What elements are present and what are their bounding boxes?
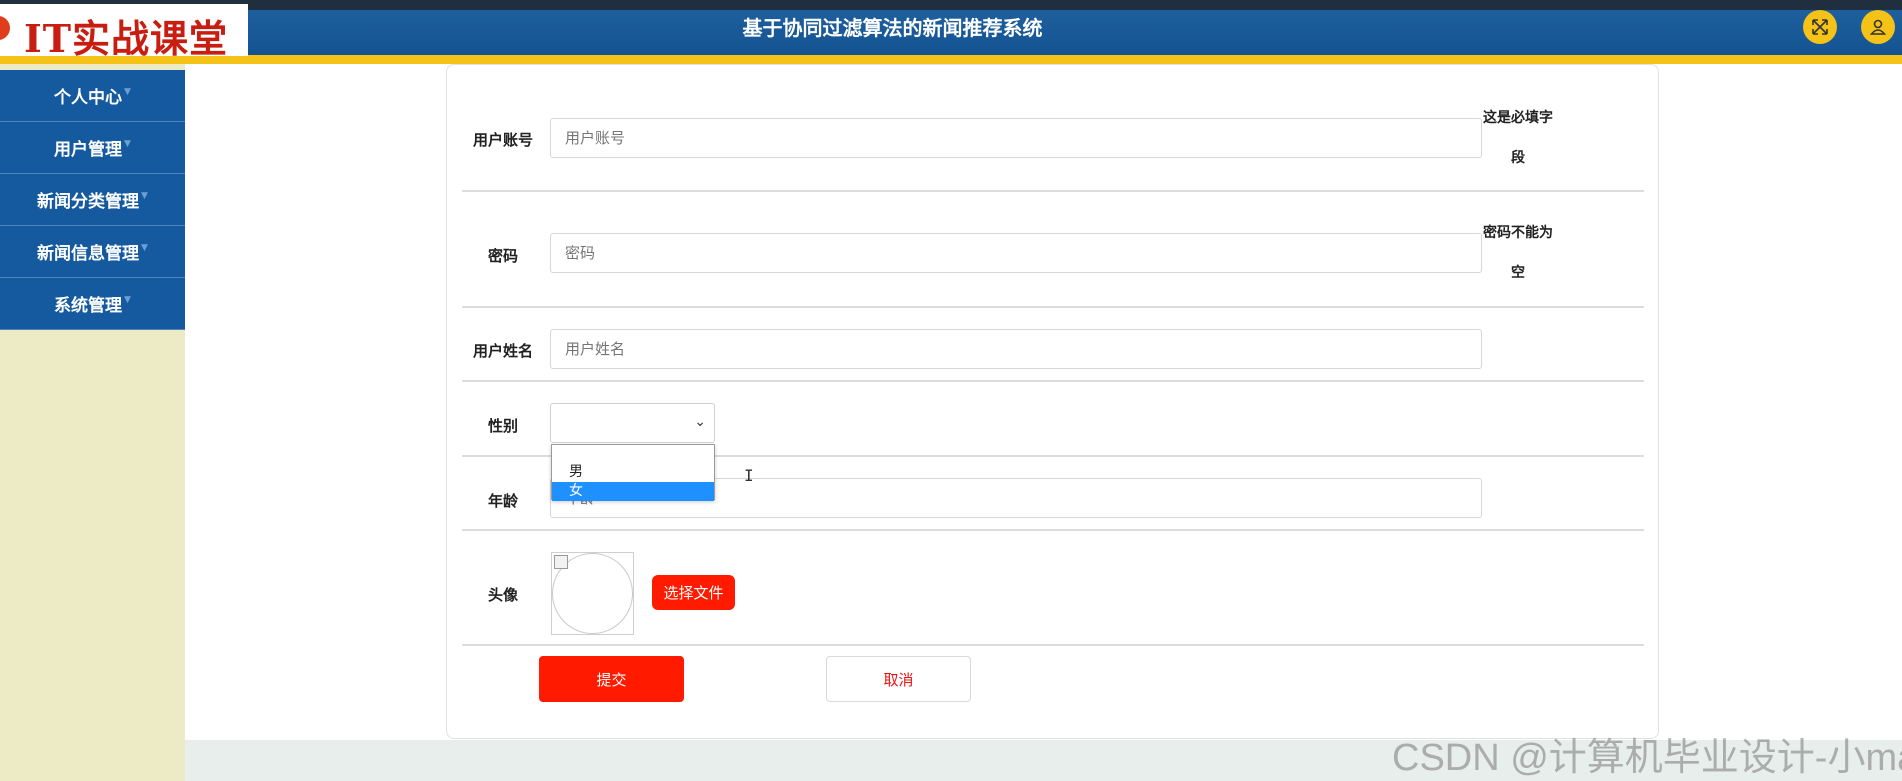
password-hint: 密码不能为 空 — [1482, 223, 1554, 283]
password-label: 密码 — [487, 247, 518, 265]
gender-option-male[interactable]: 男 — [552, 463, 714, 482]
avatar-preview — [551, 552, 634, 635]
sidebar-item-label: 新闻分类管理 — [37, 192, 140, 212]
name-label: 用户姓名 — [472, 342, 533, 360]
sidebar-item-system-management[interactable]: 系统管理 ▼ — [0, 278, 185, 330]
name-input[interactable] — [550, 329, 1482, 369]
age-label: 年龄 — [487, 492, 518, 510]
row-divider — [462, 644, 1644, 646]
sidebar-item-label: 系统管理 — [54, 296, 123, 316]
sidebar-item-personal-center[interactable]: 个人中心 ▼ — [0, 70, 185, 122]
form-card — [446, 64, 1659, 739]
password-hint-line2: 空 — [1511, 265, 1525, 281]
caret-down-icon: ▼ — [141, 190, 148, 201]
top-strip — [0, 0, 1902, 10]
sidebar-item-label: 新闻信息管理 — [37, 244, 140, 264]
caret-down-icon: ▼ — [124, 86, 131, 97]
sidebar-item-user-management[interactable]: 用户管理 ▼ — [0, 122, 185, 174]
row-divider — [462, 190, 1644, 192]
choose-file-button[interactable]: 选择文件 — [652, 575, 735, 610]
password-hint-line1: 密码不能为 — [1483, 225, 1553, 241]
watermark: CSDN @计算机毕业设计-小ma — [1392, 737, 1902, 779]
sidebar-item-label: 用户管理 — [54, 140, 123, 160]
submit-button[interactable]: 提交 — [539, 656, 684, 702]
account-hint: 这是必填字 段 — [1482, 108, 1554, 168]
gender-option-female[interactable]: 女 — [552, 482, 714, 501]
row-divider — [462, 380, 1644, 382]
password-input[interactable] — [550, 233, 1482, 273]
caret-down-icon: ▼ — [124, 138, 131, 149]
gender-select[interactable]: ⌄ — [550, 403, 715, 443]
text-cursor-icon: I — [744, 466, 754, 485]
row-divider — [462, 529, 1644, 531]
caret-down-icon: ▼ — [141, 242, 148, 253]
broken-image-icon — [554, 555, 568, 569]
account-input[interactable] — [550, 118, 1482, 158]
fullscreen-icon — [1812, 19, 1828, 35]
chevron-down-icon: ⌄ — [694, 414, 706, 430]
account-hint-line2: 段 — [1511, 150, 1525, 166]
account-label: 用户账号 — [472, 131, 533, 149]
account-hint-line1: 这是必填字 — [1483, 110, 1553, 126]
user-button[interactable] — [1861, 10, 1895, 44]
sidebar-item-news-category-management[interactable]: 新闻分类管理 ▼ — [0, 174, 185, 226]
gender-dropdown: 男 女 — [551, 444, 715, 501]
row-divider — [462, 306, 1644, 308]
sidebar-item-news-info-management[interactable]: 新闻信息管理 ▼ — [0, 226, 185, 278]
user-icon — [1869, 19, 1887, 35]
gender-label: 性别 — [487, 417, 518, 435]
system-title: 基于协同过滤算法的新闻推荐系统 — [742, 16, 1043, 40]
cancel-button[interactable]: 取消 — [826, 656, 971, 702]
avatar-label: 头像 — [487, 586, 518, 604]
sidebar-item-label: 个人中心 — [54, 88, 123, 108]
header-accent-line — [0, 55, 1902, 64]
caret-down-icon: ▼ — [124, 294, 131, 305]
fullscreen-button[interactable] — [1803, 10, 1837, 44]
